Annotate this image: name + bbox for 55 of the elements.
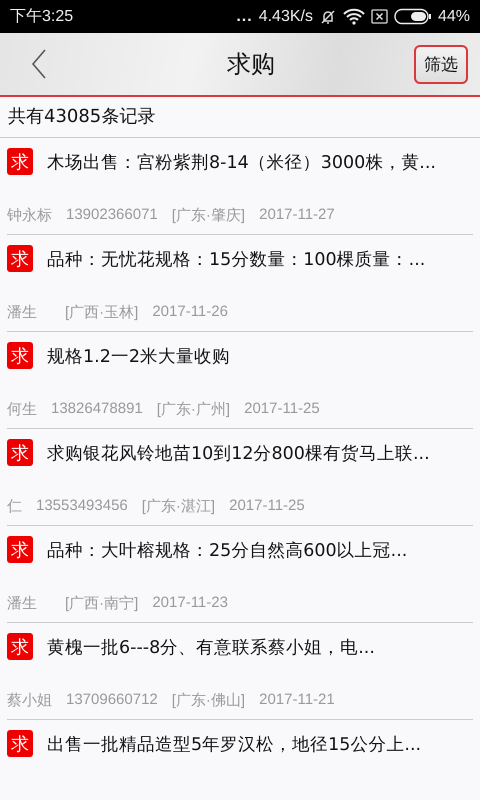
listing-title: 品种：大叶榕规格：25分自然高600以上冠... [47, 540, 408, 562]
contact-name: 潘生 [7, 303, 37, 322]
sim-card-icon [370, 9, 388, 24]
contact-name: 蔡小姐 [7, 691, 52, 710]
back-icon[interactable] [30, 48, 48, 80]
request-badge: 求 [7, 148, 33, 175]
request-badge: 求 [7, 536, 33, 563]
wifi-icon [342, 8, 365, 25]
record-count: 共有43085条记录 [0, 97, 480, 138]
listing-item[interactable]: 求 黄槐一批6---8分、有意联系蔡小姐，电... 蔡小姐 13709660712 [广东·佛山] 2017-11-21 [7, 623, 473, 720]
listing-title: 出售一批精品造型5年罗汉松，地径15公分上... [47, 734, 422, 756]
location: [广东·广州] [156, 400, 230, 419]
location: [广西·玉林] [65, 303, 138, 322]
post-date: 2017-11-27 [259, 206, 335, 225]
network-speed: 4.43K/s [258, 8, 313, 26]
phone-number: 13902366071 [66, 206, 158, 225]
contact-name: 仁 [7, 497, 22, 516]
listing-title: 规格1.2一2米大量收购 [47, 346, 230, 368]
location: [广东·肇庆] [172, 206, 246, 225]
request-badge: 求 [7, 633, 33, 660]
listing-item[interactable]: 求 品种：大叶榕规格：25分自然高600以上冠... 潘生 [广西·南宁] 2017-11-23 [7, 526, 473, 623]
location: [广东·湛江] [142, 497, 216, 516]
listing-item[interactable]: 求 品种：无忧花规格：15分数量：100棵质量：... 潘生 [广西·玉林] 2017-11-26 [7, 235, 473, 332]
listing-title: 品种：无忧花规格：15分数量：100棵质量：... [47, 248, 426, 270]
contact-name: 何生 [7, 400, 37, 419]
phone-number: 13709660712 [66, 691, 158, 710]
request-badge: 求 [7, 342, 33, 369]
listing-title: 木场出售：宫粉紫荆8-14（米径）3000株，黄... [47, 152, 436, 174]
mute-bell-icon [318, 8, 337, 26]
post-date: 2017-11-21 [259, 691, 335, 710]
phone-number: 13826478891 [51, 400, 143, 419]
more-dots: ... [236, 8, 253, 26]
post-date: 2017-11-25 [244, 400, 320, 419]
listing-item[interactable]: 求 规格1.2一2米大量收购 何生 13826478891 [广东·广州] 2017-11-25 [7, 332, 473, 429]
status-time: 下午3:25 [10, 7, 74, 27]
post-date: 2017-11-25 [229, 497, 305, 516]
contact-name: 钟永标 [7, 206, 52, 225]
listing-item[interactable]: 求 求购银花风铃地苗10到12分800棵有货马上联... 仁 13553493456 [广东·湛江] 2017-11-25 [7, 429, 473, 526]
contact-name: 潘生 [7, 594, 37, 613]
listing-item[interactable]: 求 出售一批精品造型5年罗汉松，地径15公分上... [7, 720, 473, 800]
request-badge: 求 [7, 439, 33, 466]
location: [广西·南宁] [65, 594, 138, 613]
filter-button[interactable]: 筛选 [414, 44, 468, 84]
page-title: 求购 [227, 49, 275, 80]
battery-percent: 44% [438, 8, 470, 26]
listing-title: 求购银花风铃地苗10到12分800棵有货马上联... [47, 442, 430, 464]
request-badge: 求 [7, 730, 33, 757]
request-badge: 求 [7, 245, 33, 272]
phone-number: 13553493456 [36, 497, 128, 516]
listing-item[interactable]: 求 木场出售：宫粉紫荆8-14（米径）3000株，黄... 钟永标 13902366071 [广东·肇庆] 2017-11-27 [7, 138, 473, 235]
post-date: 2017-11-26 [152, 303, 228, 322]
battery-icon [394, 8, 432, 25]
post-date: 2017-11-23 [152, 594, 228, 613]
location: [广东·佛山] [172, 691, 246, 710]
listing-title: 黄槐一批6---8分、有意联系蔡小姐，电... [47, 636, 375, 658]
